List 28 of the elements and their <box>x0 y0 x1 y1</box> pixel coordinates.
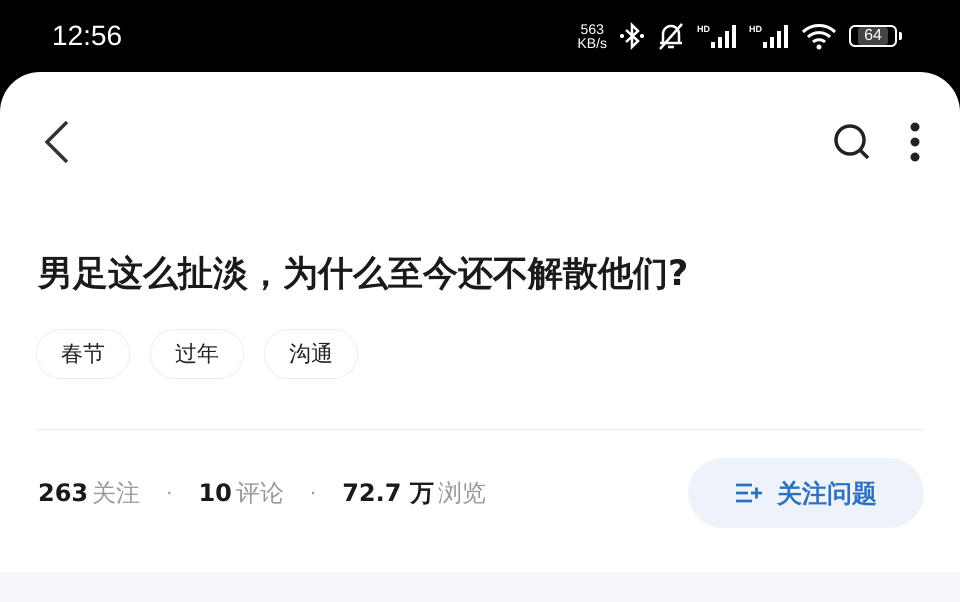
stat-value: 263 <box>38 479 88 507</box>
separator-dot: · <box>310 481 316 505</box>
separator-dot: · <box>166 481 172 505</box>
signal-icon <box>711 24 737 48</box>
follow-question-button[interactable]: 关注问题 <box>688 458 924 528</box>
topic-tag[interactable]: 沟通 <box>264 329 358 379</box>
battery-icon: 64 <box>849 25 897 47</box>
topic-tag[interactable]: 春节 <box>36 329 130 379</box>
search-icon[interactable] <box>832 122 872 162</box>
network-speed: 563 <box>580 22 604 36</box>
stat-value: 72.7 万 <box>342 478 434 509</box>
back-icon[interactable] <box>44 120 70 164</box>
stat-label: 评论 <box>236 478 284 509</box>
stat-label: 浏览 <box>438 478 486 509</box>
bell-muted-icon <box>657 21 685 51</box>
signal-icon <box>763 24 789 48</box>
network-speed-unit: KB/s <box>577 36 607 50</box>
wifi-icon <box>801 22 837 50</box>
add-list-icon <box>735 482 763 504</box>
stat-label: 关注 <box>92 478 140 509</box>
bluetooth-icon <box>619 22 645 50</box>
more-icon[interactable] <box>910 122 920 162</box>
status-time: 12:56 <box>52 20 122 52</box>
question-title: 男足这么扯淡，为什么至今还不解散他们? <box>38 253 690 296</box>
topic-tag[interactable]: 过年 <box>150 329 244 379</box>
hd-label: HD <box>697 24 710 34</box>
hd-label: HD <box>749 24 762 34</box>
stat-value: 10 <box>198 479 232 507</box>
